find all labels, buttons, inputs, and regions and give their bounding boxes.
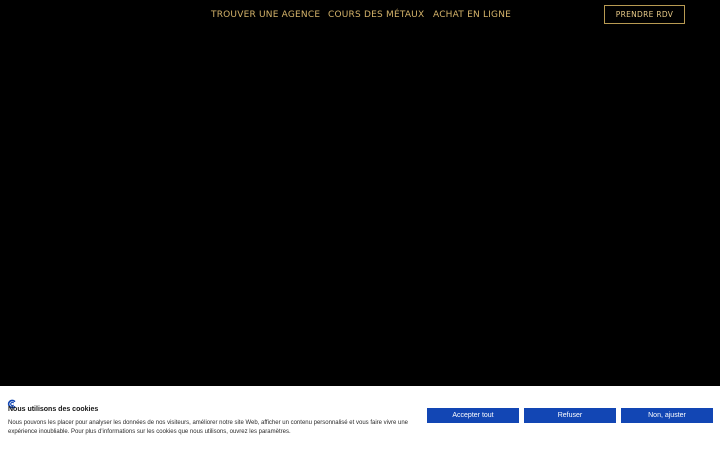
nav-link-trouver-une-agence[interactable]: TROUVER UNE AGENCE [211, 10, 320, 20]
prendre-rdv-button[interactable]: PRENDRE RDV [604, 5, 685, 24]
cookie-banner: Nous utilisons des cookies Nous pouvons … [0, 386, 720, 450]
nav-link-cours-des-metaux[interactable]: COURS DES MÉTAUX [328, 10, 424, 20]
cookie-banner-text: Nous pouvons les placer pour analyser le… [8, 420, 409, 435]
adjust-settings-button[interactable]: Non, ajuster [621, 408, 713, 423]
cookie-banner-title: Nous utilisons des cookies [8, 406, 99, 413]
page: TROUVER UNE AGENCE COURS DES MÉTAUX ACHA… [0, 0, 720, 450]
top-navigation: TROUVER UNE AGENCE COURS DES MÉTAUX ACHA… [0, 0, 720, 30]
nav-link-achat-en-ligne[interactable]: ACHAT EN LIGNE [433, 10, 511, 20]
cookie-consent-logo-icon [7, 396, 17, 409]
refuse-button[interactable]: Refuser [524, 408, 616, 423]
accept-all-button[interactable]: Accepter tout [427, 408, 519, 423]
